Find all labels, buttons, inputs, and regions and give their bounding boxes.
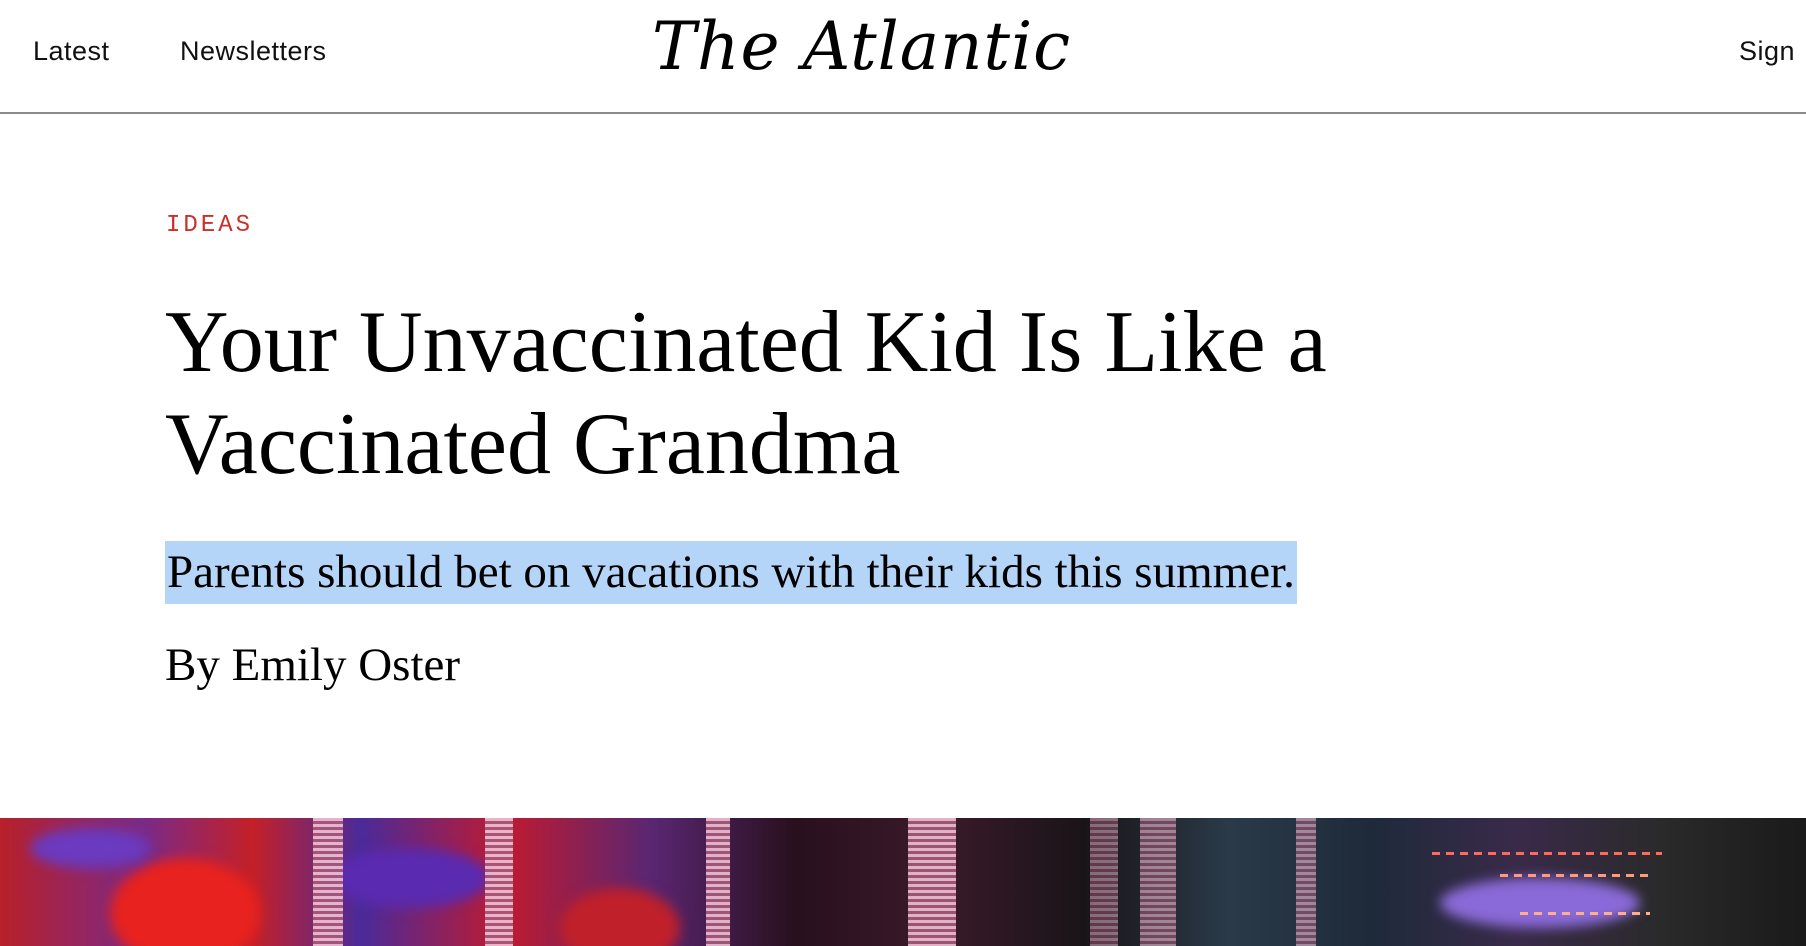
hero-blob-purple — [30, 828, 150, 868]
hero-stripe — [1140, 818, 1176, 946]
nav-latest-link[interactable]: Latest — [33, 36, 110, 67]
hero-stripe — [313, 818, 343, 946]
site-header: Latest Newsletters The Atlantic Sign — [0, 0, 1806, 114]
article-dek: Parents should bet on vacations with the… — [165, 541, 1297, 604]
hero-light-trail — [1432, 852, 1662, 855]
hero-stripe — [485, 818, 513, 946]
byline-prefix: By — [165, 639, 220, 691]
hero-image — [0, 818, 1806, 946]
hero-light-trail — [1500, 874, 1650, 877]
author-link[interactable]: Emily Oster — [232, 639, 460, 691]
hero-light-trail — [1520, 912, 1650, 915]
hero-blob-violet — [1440, 878, 1640, 928]
sign-in-link[interactable]: Sign — [1739, 36, 1795, 67]
hero-blob-red-2 — [560, 888, 680, 946]
hero-stripe — [1296, 818, 1316, 946]
hero-stripe — [706, 818, 730, 946]
hero-blob-purple-2 — [330, 848, 490, 908]
section-label[interactable]: IDEAS — [166, 212, 253, 239]
site-logo[interactable]: The Atlantic — [652, 8, 1071, 85]
hero-blob-red — [110, 858, 260, 946]
hero-stripe — [1090, 818, 1118, 946]
article-headline: Your Unvaccinated Kid Is Like a Vaccinat… — [165, 294, 1327, 493]
hero-stripe — [908, 818, 956, 946]
byline: By Emily Oster — [165, 638, 460, 692]
nav-newsletters-link[interactable]: Newsletters — [180, 36, 327, 67]
